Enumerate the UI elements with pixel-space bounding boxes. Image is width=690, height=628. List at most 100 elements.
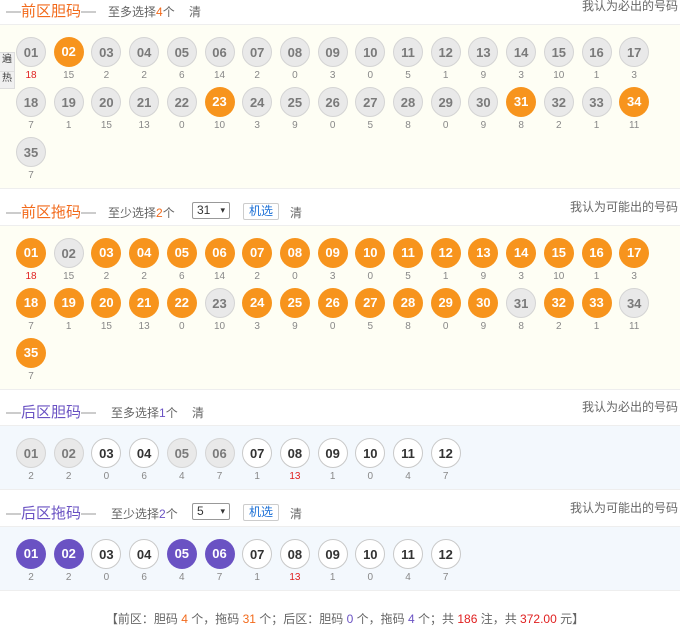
front-dan-ball[interactable]: 24 [242,87,273,117]
front-dan-ball[interactable]: 05 [166,37,197,67]
back-tuo-count-select[interactable]: 5 ▾ [192,503,230,520]
front-dan-ball[interactable]: 15 [543,37,574,67]
front-tuo-ball[interactable]: 02 [53,238,84,268]
back-dan-ball[interactable]: 01 [16,438,46,468]
back-tuo-ball[interactable]: 01 [16,539,46,569]
back-tuo-clear-button[interactable]: 清 [290,505,302,522]
back-dan-ball[interactable]: 11 [393,438,423,468]
side-tab-hot[interactable]: 热 [0,71,15,89]
back-tuo-ball[interactable]: 10 [355,539,386,569]
back-dan-ball[interactable]: 04 [129,438,160,468]
front-dan-ball[interactable]: 18 [16,87,46,117]
front-tuo-ball[interactable]: 25 [279,288,310,318]
back-tuo-ball[interactable]: 07 [242,539,273,569]
front-dan-ball[interactable]: 14 [506,37,537,67]
front-tuo-ball[interactable]: 31 [506,288,537,318]
back-dan-clear-button[interactable]: 清 [192,404,204,421]
front-dan-ball[interactable]: 30 [468,87,499,117]
front-dan-ball[interactable]: 13 [468,37,499,67]
back-dan-ball[interactable]: 10 [355,438,386,468]
front-dan-ball[interactable]: 29 [430,87,461,117]
back-tuo-ball[interactable]: 03 [91,539,122,569]
front-tuo-ball[interactable]: 17 [619,238,650,268]
back-tuo-ball[interactable]: 04 [129,539,160,569]
front-tuo-random-button[interactable]: 机选 [243,203,279,220]
back-tuo-ball[interactable]: 05 [166,539,197,569]
front-tuo-ball[interactable]: 13 [468,238,499,268]
front-dan-ball[interactable]: 26 [317,87,348,117]
front-tuo-ball[interactable]: 23 [204,288,235,318]
front-tuo-ball[interactable]: 14 [506,238,537,268]
front-tuo-ball[interactable]: 21 [129,288,160,318]
front-dan-clear-button[interactable]: 清 [189,3,201,20]
back-tuo-random-button[interactable]: 机选 [243,504,279,521]
front-dan-ball[interactable]: 23 [204,87,235,117]
front-dan-ball[interactable]: 16 [581,37,612,67]
front-tuo-ball[interactable]: 03 [91,238,122,268]
front-tuo-ball[interactable]: 33 [581,288,612,318]
back-tuo-ball[interactable]: 12 [430,539,461,569]
front-dan-ball[interactable]: 11 [393,37,423,67]
back-dan-ball[interactable]: 02 [53,438,84,468]
front-dan-ball[interactable]: 19 [53,87,84,117]
front-tuo-ball[interactable]: 04 [129,238,160,268]
front-dan-ball[interactable]: 01 [16,37,46,67]
front-tuo-ball[interactable]: 34 [619,288,650,318]
front-tuo-ball[interactable]: 05 [166,238,197,268]
back-tuo-ball[interactable]: 09 [317,539,348,569]
front-dan-ball[interactable]: 07 [242,37,273,67]
front-tuo-ball[interactable]: 08 [279,238,310,268]
front-dan-ball[interactable]: 20 [91,87,122,117]
front-dan-ball[interactable]: 10 [355,37,386,67]
front-tuo-ball[interactable]: 10 [355,238,386,268]
front-tuo-ball[interactable]: 01 [16,238,46,268]
front-tuo-ball[interactable]: 11 [393,238,423,268]
front-tuo-ball[interactable]: 28 [393,288,423,318]
back-tuo-ball[interactable]: 08 [279,539,310,569]
front-dan-ball[interactable]: 12 [430,37,461,67]
front-tuo-ball[interactable]: 30 [468,288,499,318]
back-tuo-ball[interactable]: 02 [53,539,84,569]
front-tuo-ball[interactable]: 16 [581,238,612,268]
front-tuo-ball[interactable]: 18 [16,288,46,318]
front-tuo-ball[interactable]: 35 [16,338,46,368]
front-dan-ball[interactable]: 03 [91,37,122,67]
front-dan-ball[interactable]: 32 [543,87,574,117]
front-tuo-ball[interactable]: 20 [91,288,122,318]
front-dan-ball[interactable]: 27 [355,87,386,117]
back-dan-ball[interactable]: 03 [91,438,122,468]
back-dan-ball[interactable]: 12 [430,438,461,468]
front-dan-ball[interactable]: 31 [506,87,537,117]
front-tuo-ball[interactable]: 12 [430,238,461,268]
back-tuo-ball[interactable]: 11 [393,539,423,569]
front-dan-ball[interactable]: 17 [619,37,650,67]
front-tuo-ball[interactable]: 24 [242,288,273,318]
front-tuo-ball[interactable]: 26 [317,288,348,318]
front-tuo-clear-button[interactable]: 清 [290,204,302,221]
front-dan-ball[interactable]: 34 [619,87,650,117]
back-dan-ball[interactable]: 05 [166,438,197,468]
front-dan-ball[interactable]: 35 [16,137,46,167]
front-tuo-ball[interactable]: 27 [355,288,386,318]
front-dan-ball[interactable]: 25 [279,87,310,117]
back-dan-ball[interactable]: 06 [204,438,235,468]
front-tuo-ball[interactable]: 19 [53,288,84,318]
side-tab-miss[interactable]: 遍 [0,52,15,72]
front-tuo-ball[interactable]: 32 [543,288,574,318]
front-tuo-ball[interactable]: 06 [204,238,235,268]
front-tuo-ball[interactable]: 29 [430,288,461,318]
front-tuo-count-select[interactable]: 31 ▾ [192,202,230,219]
front-dan-ball[interactable]: 33 [581,87,612,117]
front-tuo-ball[interactable]: 07 [242,238,273,268]
front-dan-ball[interactable]: 02 [53,37,84,67]
front-dan-ball[interactable]: 21 [129,87,160,117]
back-dan-ball[interactable]: 07 [242,438,273,468]
back-dan-ball[interactable]: 09 [317,438,348,468]
front-dan-ball[interactable]: 08 [279,37,310,67]
front-tuo-ball[interactable]: 15 [543,238,574,268]
back-tuo-ball[interactable]: 06 [204,539,235,569]
front-dan-ball[interactable]: 28 [393,87,423,117]
front-dan-ball[interactable]: 22 [166,87,197,117]
front-dan-ball[interactable]: 09 [317,37,348,67]
front-dan-ball[interactable]: 04 [129,37,160,67]
